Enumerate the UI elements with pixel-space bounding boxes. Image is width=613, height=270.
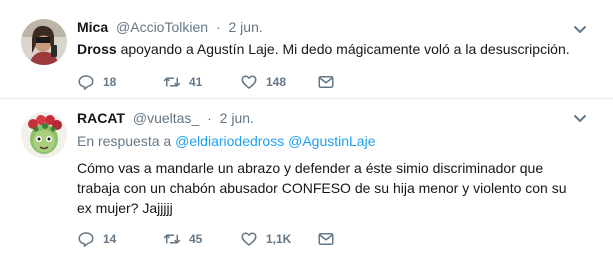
timestamp[interactable]: 2 jun. — [229, 19, 263, 35]
reply-count: 14 — [103, 232, 117, 246]
tweet[interactable]: RACAT @vueltas_ · 2 jun. En respuesta a … — [0, 99, 613, 270]
tweet-text: Dross apoyando a Agustín Laje. Mi dedo m… — [77, 39, 582, 59]
separator: · — [215, 19, 221, 35]
like-count: 1,1K — [266, 232, 292, 246]
envelope-icon — [318, 76, 334, 88]
like-button[interactable]: 1,1K — [240, 229, 291, 249]
reply-icon — [78, 232, 94, 247]
tweet[interactable]: Mica @AccioTolkien · 2 jun. Dross apoyan… — [0, 0, 613, 99]
tweet-text-bold: Dross — [77, 41, 117, 57]
avatar[interactable] — [21, 19, 67, 65]
mention-link[interactable]: @AgustinLaje — [288, 133, 375, 149]
avatar[interactable] — [21, 112, 67, 158]
retweet-button[interactable]: 45 — [163, 229, 202, 249]
retweet-count: 45 — [189, 232, 203, 246]
reply-count: 18 — [103, 75, 117, 89]
user-handle[interactable]: @vueltas_ — [133, 110, 199, 126]
display-name[interactable]: Mica — [77, 19, 108, 35]
tweet-header: Mica @AccioTolkien · 2 jun. — [77, 17, 263, 37]
retweet-count: 41 — [189, 75, 203, 89]
separator: · — [207, 110, 212, 126]
retweet-icon — [163, 77, 181, 87]
heart-icon — [241, 75, 257, 89]
timestamp[interactable]: 2 jun. — [220, 110, 254, 126]
retweet-button[interactable]: 41 — [163, 72, 202, 92]
reply-icon — [78, 75, 94, 90]
user-handle[interactable]: @AccioTolkien — [116, 19, 208, 35]
like-button[interactable]: 148 — [240, 72, 286, 92]
tweet-text: Cómo vas a mandarle un abrazo y defender… — [77, 160, 567, 216]
reply-button[interactable]: 14 — [77, 229, 116, 249]
message-button[interactable] — [317, 72, 335, 92]
tweet-text-rest: apoyando a Agustín Laje. Mi dedo mágicam… — [116, 41, 570, 57]
message-button[interactable] — [317, 229, 335, 249]
chevron-down-icon[interactable] — [573, 22, 587, 33]
chevron-down-icon[interactable] — [573, 111, 587, 122]
retweet-icon — [163, 234, 181, 244]
like-count: 148 — [266, 75, 287, 89]
tweet-header: RACAT @vueltas_ · 2 jun. — [77, 108, 254, 128]
reply-prefix: En respuesta a — [77, 133, 172, 149]
mention-link[interactable]: @eldiariodedross — [175, 133, 284, 149]
reply-button[interactable]: 18 — [77, 72, 116, 92]
envelope-icon — [318, 233, 334, 245]
heart-icon — [241, 232, 257, 246]
reply-context: En respuesta a @eldiariodedross @Agustin… — [77, 131, 376, 151]
display-name[interactable]: RACAT — [77, 110, 125, 126]
